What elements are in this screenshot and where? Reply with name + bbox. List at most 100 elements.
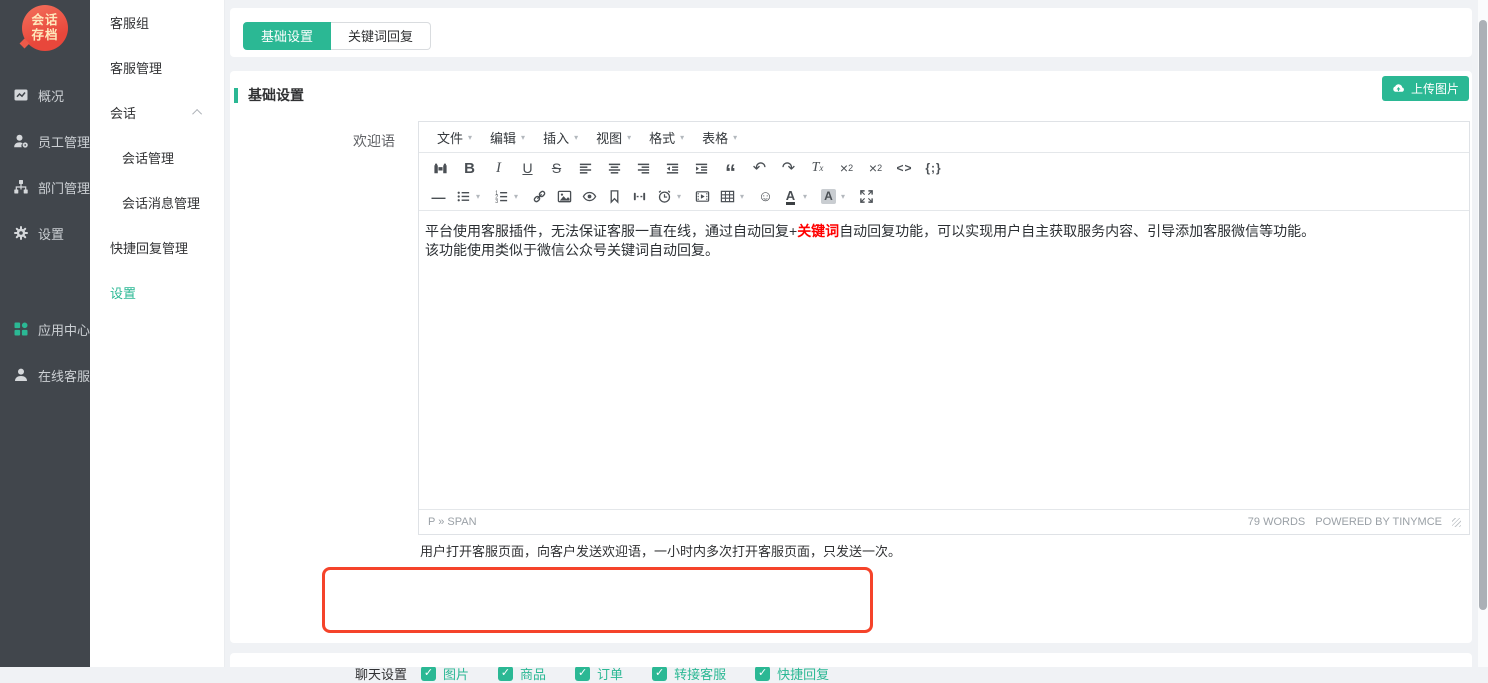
menu-label: 视图 [596,128,622,147]
submenu-item-label: 会话消息管理 [122,193,200,212]
upload-image-button[interactable]: 上传图片 [1382,76,1469,101]
clear-formatting-icon[interactable]: Tx [803,156,832,180]
submenu-item-service-group[interactable]: 客服组 [90,0,224,45]
glyph: A [786,189,795,205]
menu-format[interactable]: 格式▾ [640,128,693,147]
menu-view[interactable]: 视图▾ [587,128,640,147]
tinymce-branding[interactable]: POWERED BY TINYMCE [1315,516,1442,528]
submenu-item-session-management[interactable]: 会话管理 [90,135,224,180]
editor-toolbar-row1: B I U S “ ↶ [419,153,1469,183]
superscript-icon[interactable]: ×2 [861,156,890,180]
undo-icon[interactable]: ↶ [745,156,774,180]
editor-statusbar: P » SPAN 79 WORDS POWERED BY TINYMCE [419,509,1469,534]
element-path[interactable]: P » SPAN [428,516,477,528]
tabs-card: 基础设置 关键词回复 [230,8,1472,57]
menu-table[interactable]: 表格▾ [693,128,746,147]
submenu-item-settings-active[interactable]: 设置 [90,270,224,315]
insert-table-icon[interactable] [715,185,740,209]
word-count: 79 WORDS [1248,516,1305,528]
code-sample-icon[interactable]: {;} [919,156,948,180]
submenu-group-session[interactable]: 会话 [90,90,224,135]
horizontal-rule-icon[interactable]: — [426,185,451,209]
sidebar-item-staff[interactable]: 员工管理 [0,118,90,164]
menu-edit[interactable]: 编辑▾ [481,128,534,147]
blockquote-icon[interactable]: “ [716,156,745,180]
submenu-item-quick-reply-management[interactable]: 快捷回复管理 [90,225,224,270]
indent-icon[interactable] [687,156,716,180]
dropdown-caret-icon[interactable]: ▾ [476,192,489,201]
logo-text-line2: 存档 [31,28,58,43]
editor-toolbar-row2: — ▾ 123 ▾ [419,183,1469,211]
sidebar-item-online-service[interactable]: 在线客服 [0,352,90,398]
dropdown-caret-icon[interactable]: ▾ [803,192,816,201]
inline-code-icon[interactable]: <> [890,156,919,180]
preview-icon[interactable] [577,185,602,209]
align-left-icon[interactable] [571,156,600,180]
strikethrough-icon[interactable]: S [542,156,571,180]
italic-icon[interactable]: I [484,156,513,180]
numbered-list-icon[interactable]: 123 [489,185,514,209]
checkbox-checked-icon[interactable]: ✓ [755,666,770,681]
sidebar-item-label: 在线客服 [38,366,90,385]
sidebar-item-label: 员工管理 [38,132,90,151]
search-replace-icon[interactable] [426,156,455,180]
sidebar-item-settings[interactable]: 设置 [0,210,90,256]
glyph-sup: 2 [877,163,882,173]
redo-icon[interactable]: ↷ [774,156,803,180]
sidebar-item-app-center[interactable]: 应用中心 [0,306,90,352]
app-logo[interactable]: 会话 存档 [22,5,68,51]
bold-icon[interactable]: B [455,156,484,180]
bullet-list-icon[interactable] [451,185,476,209]
insert-datetime-icon[interactable] [652,185,677,209]
rich-text-editor: 文件▾ 编辑▾ 插入▾ 视图▾ 格式▾ 表格▾ B I U S [418,121,1470,535]
editor-text: 平台使用客服插件，无法保证客服一直在线，通过自动回复+ [425,223,797,239]
background-color-icon[interactable]: A [816,185,841,209]
align-center-icon[interactable] [600,156,629,180]
outdent-icon[interactable] [658,156,687,180]
checkbox-checked-icon[interactable]: ✓ [421,666,436,681]
page-scrollbar[interactable] [1478,0,1488,667]
fullscreen-icon[interactable] [854,185,879,209]
tab-basic-settings[interactable]: 基础设置 [243,22,331,50]
dropdown-caret-icon[interactable]: ▾ [677,192,690,201]
basic-settings-card: 基础设置 欢迎语 文件▾ 编辑▾ 插入▾ 视图▾ 格式▾ 表格▾ B I U S [230,71,1472,643]
align-right-icon[interactable] [629,156,658,180]
emoticons-icon[interactable]: ☺ [753,185,778,209]
submenu-item-service-management[interactable]: 客服管理 [90,45,224,90]
editor-content-area[interactable]: 平台使用客服插件，无法保证客服一直在线，通过自动回复+关键词自动回复功能，可以实… [419,211,1469,509]
submenu-item-label: 设置 [110,283,136,302]
resize-grip-icon[interactable] [1452,518,1461,527]
sidebar-item-overview[interactable]: 概况 [0,72,90,118]
settings-gear-icon [13,225,29,241]
subscript-icon[interactable]: ×2 [832,156,861,180]
chevron-up-icon [192,109,202,119]
menu-insert[interactable]: 插入▾ [534,128,587,147]
submenu-item-session-message-management[interactable]: 会话消息管理 [90,180,224,225]
tab-keyword-reply[interactable]: 关键词回复 [331,22,431,50]
chevron-down-icon: ▾ [574,133,578,142]
underline-icon[interactable]: U [513,156,542,180]
sidebar-item-label: 应用中心 [38,320,90,339]
glyph-sub: x [819,163,823,173]
dropdown-caret-icon[interactable]: ▾ [514,192,527,201]
menu-file[interactable]: 文件▾ [428,128,481,147]
scrollbar-thumb[interactable] [1479,20,1487,610]
checkbox-checked-icon[interactable]: ✓ [652,666,667,681]
anchor-icon[interactable] [602,185,627,209]
editor-text: 自动回复功能，可以实现用户自主获取服务内容、引导添加客服微信等功能。 [839,223,1315,239]
insert-media-icon[interactable] [690,185,715,209]
link-icon[interactable] [527,185,552,209]
secondary-sidebar: 客服组 客服管理 会话 会话管理 会话消息管理 快捷回复管理 设置 [90,0,225,667]
tab-label: 关键词回复 [348,29,413,44]
insert-image-icon[interactable] [552,185,577,209]
checkbox-checked-icon[interactable]: ✓ [498,666,513,681]
page-break-icon[interactable] [627,185,652,209]
section-header: 基础设置 [234,85,304,105]
sidebar-item-department[interactable]: 部门管理 [0,164,90,210]
department-icon [13,179,29,195]
checkbox-checked-icon[interactable]: ✓ [575,666,590,681]
text-color-icon[interactable]: A [778,185,803,209]
dropdown-caret-icon[interactable]: ▾ [841,192,854,201]
submenu-item-label: 客服管理 [110,58,162,77]
dropdown-caret-icon[interactable]: ▾ [740,192,753,201]
